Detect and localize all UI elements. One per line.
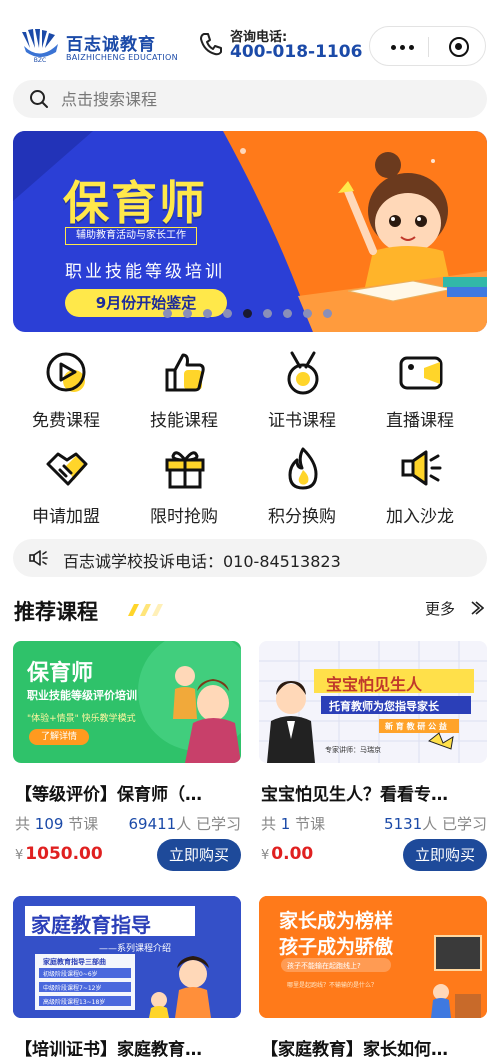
thumb-title: 家庭教育指导 (31, 913, 151, 937)
consult-phone-number[interactable]: 400-018-1106 (230, 42, 362, 62)
medal-icon (287, 351, 319, 395)
carousel-dot[interactable] (303, 309, 312, 318)
learner-count: 69411人 已学习 (128, 815, 242, 833)
thumb-title: 家长成为榜样 (279, 910, 394, 932)
search-input[interactable] (61, 86, 461, 112)
course-thumbnail: 家庭教育指导 ——系列课程介绍 家庭教育指导三部曲 初级阶段课程0~6岁 中级阶… (13, 896, 241, 1018)
menu-label: 证书课程 (268, 411, 336, 431)
thumb-tagline: "体验+情景" 快乐教学模式 (27, 714, 136, 724)
menu-free-courses[interactable]: 免费课程 (16, 346, 116, 436)
search-icon (30, 90, 48, 108)
thumbs-up-icon (165, 353, 205, 392)
menu-points-exchange[interactable]: 积分换购 (252, 442, 352, 532)
thumb-subtitle: 职业技能等级评价培训 (27, 689, 137, 702)
more-options-icon[interactable] (384, 38, 420, 56)
thumb-lecturer: 专家讲师：马瑞京 (325, 746, 381, 754)
carousel-dot[interactable] (163, 309, 172, 318)
course-card[interactable]: 家长成为榜样 孩子成为骄傲 孩子不能输在起跑线上? 哪里是起跑线？不输输的是什么… (259, 896, 487, 1060)
title-decoration-icon (128, 604, 163, 616)
carousel-dot[interactable] (263, 309, 272, 318)
course-thumbnail: 家长成为榜样 孩子成为骄傲 孩子不能输在起跑线上? 哪里是起跑线？不输输的是什么… (259, 896, 487, 1018)
lesson-count: 共 109 节课 (15, 815, 99, 833)
speaker-icon (29, 550, 48, 566)
course-title[interactable]: 宝宝怕见生人？看看专… (261, 780, 487, 805)
more-link[interactable]: 更多 (425, 598, 455, 619)
learner-count: 5131人 已学习 (384, 815, 487, 833)
buy-now-button[interactable]: 立即购买 (157, 839, 241, 871)
brand-name: 百志诚教育 (66, 35, 156, 55)
brand-name-en: BAIZHICHENG EDUCATION (66, 53, 178, 62)
logo-hands-icon: BZC (22, 29, 58, 64)
thumb-row: 中级阶段课程7~12岁 (43, 985, 102, 992)
menu-label: 积分换购 (268, 507, 336, 527)
svg-text:BZC: BZC (34, 57, 46, 64)
play-circle-icon (46, 352, 86, 392)
menu-certificate-courses[interactable]: 证书课程 (252, 346, 352, 436)
miniapp-capsule (369, 26, 486, 66)
carousel-dot[interactable] (183, 309, 192, 318)
menu-live-courses[interactable]: 直播课程 (370, 346, 470, 436)
menu-label: 直播课程 (386, 411, 454, 431)
section-title: 推荐课程 (14, 600, 98, 624)
carousel-dot[interactable] (223, 309, 232, 318)
course-price: ¥0.00 (261, 844, 314, 864)
handshake-icon (46, 452, 88, 486)
carousel-dot[interactable] (323, 309, 332, 318)
course-title[interactable]: 【家庭教育】家长如何… (261, 1035, 487, 1060)
thumb-tagline: 家庭教育指导三部曲 (43, 958, 106, 966)
thumb-subtitle: ——系列课程介绍 (99, 944, 172, 954)
search-bar[interactable] (13, 80, 487, 118)
banner-tagline: 辅助教育活动与家长工作 (65, 227, 197, 245)
chevron-right-icon[interactable] (470, 600, 484, 616)
thumb-row: 初级阶段课程0~6岁 (43, 971, 98, 978)
capsule-divider (428, 37, 429, 57)
learn-more-badge: 了解详情 (29, 729, 89, 745)
menu-label: 限时抢购 (150, 507, 218, 527)
notice-text: 百志诚学校投诉电话：010-84513823 (63, 552, 341, 571)
course-card[interactable]: 保育师 职业技能等级评价培训 "体验+情景" 快乐教学模式 了解详情 【等级评价… (13, 641, 241, 871)
course-thumbnail: 保育师 职业技能等级评价培训 "体验+情景" 快乐教学模式 了解详情 (13, 641, 241, 763)
promo-banner[interactable]: 保育师 辅助教育活动与家长工作 职业技能等级培训 9月份开始鉴定 (13, 131, 487, 332)
thumb-caption: 哪里是起跑线？不输输的是什么？ (287, 982, 378, 989)
carousel-dot[interactable] (243, 309, 252, 318)
banner-title: 保育师 (63, 176, 207, 230)
header: BZC 百志诚教育 BAIZHICHENG EDUCATION 咨询电话: 40… (0, 0, 500, 78)
megaphone-icon (401, 450, 442, 486)
menu-label: 免费课程 (32, 411, 100, 431)
video-camera-icon (399, 356, 443, 390)
app-page: BZC 百志诚教育 BAIZHICHENG EDUCATION 咨询电话: 40… (0, 0, 500, 1061)
thumb-row: 高级阶段课程13~18岁 (43, 999, 106, 1006)
course-thumbnail: 宝宝怕见生人 托育教师为您指导家长 新 育 教 研 公 益 专家讲师：马瑞京 (259, 641, 487, 763)
menu-join-franchise[interactable]: 申请加盟 (16, 442, 116, 532)
thumb-subtitle: 孩子成为骄傲 (279, 936, 394, 958)
course-price: ¥1050.00 (15, 844, 103, 864)
course-card[interactable]: 家庭教育指导 ——系列课程介绍 家庭教育指导三部曲 初级阶段课程0~6岁 中级阶… (13, 896, 241, 1060)
banner-subtitle: 职业技能等级培训 (65, 262, 225, 282)
menu-join-salon[interactable]: 加入沙龙 (370, 442, 470, 532)
gift-icon (165, 451, 205, 489)
thumb-tagline: 新 育 教 研 公 益 (385, 722, 447, 731)
carousel-dot[interactable] (203, 309, 212, 318)
complaint-notice-bar[interactable]: 百志诚学校投诉电话：010-84513823 (13, 539, 487, 577)
close-target-icon[interactable] (449, 37, 469, 57)
carousel-indicators (163, 309, 332, 318)
thumb-subtitle: 托育教师为您指导家长 (329, 700, 439, 713)
course-title[interactable]: 【培训证书】家庭教育… (15, 1035, 241, 1060)
buy-now-button[interactable]: 立即购买 (403, 839, 487, 871)
thumb-title: 保育师 (27, 661, 94, 686)
lesson-count: 共 1 节课 (261, 815, 326, 833)
carousel-dot[interactable] (283, 309, 292, 318)
course-title[interactable]: 【等级评价】保育师（… (15, 780, 241, 805)
phone-icon (200, 33, 222, 56)
flame-icon (288, 447, 318, 490)
menu-flash-sale[interactable]: 限时抢购 (134, 442, 234, 532)
thumb-title: 宝宝怕见生人 (326, 675, 423, 694)
menu-label: 技能课程 (150, 411, 218, 431)
menu-skill-courses[interactable]: 技能课程 (134, 346, 234, 436)
menu-label: 加入沙龙 (386, 507, 454, 527)
menu-label: 申请加盟 (32, 507, 100, 527)
thumb-tagline: 孩子不能输在起跑线上? (287, 962, 361, 970)
course-card[interactable]: 宝宝怕见生人 托育教师为您指导家长 新 育 教 研 公 益 专家讲师：马瑞京 宝… (259, 641, 487, 871)
